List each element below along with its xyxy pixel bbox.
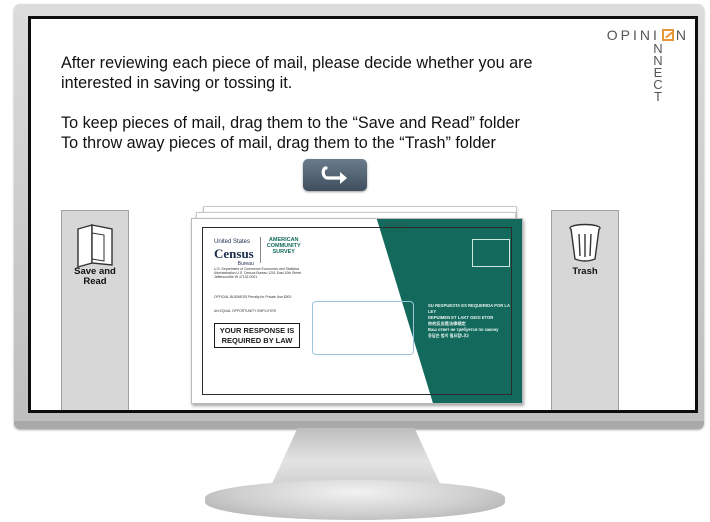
equal-opportunity-text: AN EQUAL OPPORTUNITY EMPLOYER [214, 309, 277, 313]
monitor-stand-neck [270, 428, 442, 488]
undo-button[interactable] [303, 159, 367, 191]
envelope-barcode: || | || | [387, 222, 408, 228]
acs-logo: AMERICAN COMMUNITY SURVEY [266, 237, 301, 255]
return-address: U.S. Department of Commerce Economics an… [214, 267, 302, 280]
census-envelope[interactable]: || | || | United States Census Bureau AM… [191, 218, 523, 404]
instruction-line: To throw away pieces of mail, drag them … [61, 134, 496, 152]
instruction-line: After reviewing each piece of mail, plea… [61, 54, 533, 72]
folder-icon [77, 224, 113, 268]
save-folder-label: Read [83, 276, 107, 287]
census-logo: United States Census Bureau AMERICAN COM… [214, 237, 301, 267]
trash-icon [569, 223, 601, 262]
logo-word: OPINI [606, 27, 660, 43]
response-required-box: YOUR RESPONSE IS REQUIRED BY LAW [214, 323, 300, 348]
trash-folder[interactable]: Trash [551, 210, 619, 410]
logo-word-end: N [675, 27, 689, 43]
logo-check-icon [661, 29, 674, 41]
instruction-line: To keep pieces of mail, drag them to the… [61, 114, 520, 132]
instructions-text: After reviewing each piece of mail, plea… [61, 53, 601, 153]
multilingual-notice: SU RESPUESTA ES REQUERIDA POR LA LEY DEP… [428, 303, 510, 338]
survey-screen: OPINI N N N E C T After reviewing each pi… [28, 16, 698, 413]
official-business-text: OFFICIAL BUSINESS Penalty for Private Us… [214, 295, 292, 299]
save-and-read-folder[interactable]: Save and Read [61, 210, 129, 410]
monitor-stand-base [205, 480, 505, 520]
instruction-line: interested in saving or tossing it. [61, 74, 293, 92]
undo-arrow-icon [321, 166, 347, 184]
postage-box [472, 239, 510, 267]
address-window [312, 301, 414, 355]
trash-folder-label: Trash [572, 266, 598, 277]
logo-vertical-letters: N N E C T [653, 41, 663, 104]
